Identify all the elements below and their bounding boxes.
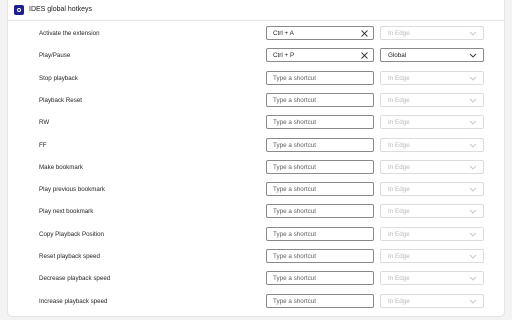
scope-value: In Edge bbox=[388, 96, 410, 104]
scope-value: In Edge bbox=[388, 230, 410, 238]
command-label: Activate the extension bbox=[39, 30, 100, 37]
chevron-down-icon bbox=[469, 142, 477, 149]
scope-select[interactable]: Global bbox=[380, 48, 484, 63]
command-label: Reset playback speed bbox=[39, 253, 100, 260]
scope-select: In Edge bbox=[380, 137, 484, 152]
shortcut-placeholder: Type a shortcut bbox=[273, 208, 317, 216]
shortcut-input[interactable]: Type a shortcut bbox=[266, 159, 374, 174]
scope-value: In Edge bbox=[388, 253, 410, 260]
shortcut-value: Ctrl + A bbox=[273, 30, 294, 37]
chevron-down-icon bbox=[469, 253, 477, 260]
chevron-down-icon bbox=[469, 186, 477, 193]
scope-select: In Edge bbox=[380, 271, 484, 286]
scope-select: In Edge bbox=[380, 70, 484, 85]
scope-value: In Edge bbox=[388, 119, 410, 127]
command-label: Play previous bookmark bbox=[39, 186, 106, 194]
scope-value: In Edge bbox=[388, 275, 410, 283]
command-label: Copy Playback Position bbox=[39, 230, 105, 238]
chevron-down-icon bbox=[469, 231, 477, 238]
scope-value: In Edge bbox=[388, 141, 410, 149]
panel-header: IDES global hotkeys bbox=[8, 0, 504, 21]
shortcut-input[interactable]: Ctrl + A bbox=[266, 26, 374, 40]
chevron-down-icon bbox=[469, 164, 477, 171]
chevron-down-icon bbox=[469, 275, 477, 282]
command-label: FF bbox=[39, 141, 47, 149]
shortcut-input[interactable]: Type a shortcut bbox=[266, 204, 374, 219]
shortcut-value: Ctrl + P bbox=[273, 52, 295, 60]
shortcut-placeholder: Type a shortcut bbox=[273, 230, 317, 238]
panel-title: IDES global hotkeys bbox=[29, 6, 93, 13]
scope-value: In Edge bbox=[388, 186, 410, 194]
chevron-down-icon bbox=[469, 52, 477, 59]
command-label: Play next bookmark bbox=[39, 208, 94, 216]
scope-value: In Edge bbox=[388, 297, 410, 305]
shortcut-input[interactable]: Ctrl + P bbox=[266, 48, 374, 63]
clear-shortcut-icon[interactable] bbox=[360, 51, 369, 60]
shortcut-input[interactable]: Type a shortcut bbox=[266, 182, 374, 197]
command-label: RW bbox=[39, 119, 50, 127]
shortcut-input[interactable]: Type a shortcut bbox=[266, 226, 374, 241]
command-label: Playback Reset bbox=[39, 96, 82, 104]
chevron-down-icon bbox=[469, 30, 477, 37]
scope-select: In Edge bbox=[380, 204, 484, 219]
scope-value: In Edge bbox=[388, 163, 410, 171]
extension-logo-icon bbox=[14, 5, 24, 15]
shortcut-row: Play previous bookmark Type a shortcut In … bbox=[8, 180, 504, 202]
command-label: Make bookmark bbox=[39, 163, 84, 171]
shortcut-placeholder: Type a shortcut bbox=[273, 141, 317, 149]
shortcut-row: Activate the extension Ctrl + A In Edge bbox=[8, 24, 504, 46]
scope-select: In Edge bbox=[380, 293, 484, 308]
chevron-down-icon bbox=[469, 298, 477, 305]
shortcut-placeholder: Type a shortcut bbox=[273, 186, 317, 194]
shortcut-row: Increase playback speed Type a shortcut In… bbox=[8, 292, 504, 314]
shortcut-row: Reset playback speed Type a shortcut In Ed… bbox=[8, 247, 504, 269]
shortcut-input[interactable]: Type a shortcut bbox=[266, 271, 374, 286]
chevron-down-icon bbox=[469, 208, 477, 215]
shortcut-placeholder: Type a shortcut bbox=[273, 119, 317, 127]
shortcut-row: FF Type a shortcut In Edge bbox=[8, 136, 504, 158]
scope-value: Global bbox=[388, 52, 407, 60]
command-label: Increase playback speed bbox=[39, 297, 108, 305]
shortcut-placeholder: Type a shortcut bbox=[273, 74, 317, 82]
command-label: Decrease playback speed bbox=[39, 275, 111, 283]
scope-value: In Edge bbox=[388, 30, 410, 37]
chevron-down-icon bbox=[469, 97, 477, 104]
scope-select: In Edge bbox=[380, 115, 484, 130]
shortcut-row: Stop playback Type a shortcut In Edge bbox=[8, 69, 504, 91]
shortcut-row: Make bookmark Type a shortcut In Edge bbox=[8, 158, 504, 180]
shortcut-row: Play/Pause Ctrl + P Global bbox=[8, 46, 504, 68]
chevron-down-icon bbox=[469, 75, 477, 82]
shortcut-row: Decrease playback speed Type a shortcut In… bbox=[8, 269, 504, 291]
scope-select: In Edge bbox=[380, 159, 484, 174]
shortcut-row: Play next bookmark Type a shortcut In Edge bbox=[8, 202, 504, 224]
scope-value: In Edge bbox=[388, 74, 410, 82]
scope-select: In Edge bbox=[380, 182, 484, 197]
scope-value: In Edge bbox=[388, 208, 410, 216]
shortcut-input[interactable]: Type a shortcut bbox=[266, 293, 374, 308]
shortcut-row: Playback Reset Type a shortcut In Edge bbox=[8, 91, 504, 113]
shortcut-placeholder: Type a shortcut bbox=[273, 297, 317, 305]
scope-select: In Edge bbox=[380, 92, 484, 107]
command-label: Play/Pause bbox=[39, 52, 71, 60]
clear-shortcut-icon[interactable] bbox=[360, 29, 369, 38]
scope-select: In Edge bbox=[380, 226, 484, 241]
shortcut-placeholder: Type a shortcut bbox=[273, 163, 317, 171]
chevron-down-icon bbox=[469, 119, 477, 126]
shortcut-input[interactable]: Type a shortcut bbox=[266, 70, 374, 85]
shortcut-input[interactable]: Type a shortcut bbox=[266, 92, 374, 107]
scope-select: In Edge bbox=[380, 26, 484, 40]
shortcut-row: Copy Playback Position Type a shortcut In … bbox=[8, 225, 504, 247]
command-label: Stop playback bbox=[39, 74, 78, 82]
shortcut-input[interactable]: Type a shortcut bbox=[266, 249, 374, 263]
shortcut-input[interactable]: Type a shortcut bbox=[266, 115, 374, 130]
shortcut-placeholder: Type a shortcut bbox=[273, 253, 317, 260]
shortcut-placeholder: Type a shortcut bbox=[273, 96, 317, 104]
scope-select: In Edge bbox=[380, 249, 484, 263]
shortcut-placeholder: Type a shortcut bbox=[273, 275, 317, 283]
hotkeys-panel: IDES global hotkeys Activate the extensi… bbox=[7, 0, 505, 317]
shortcut-row: RW Type a shortcut In Edge bbox=[8, 113, 504, 135]
shortcut-input[interactable]: Type a shortcut bbox=[266, 137, 374, 152]
